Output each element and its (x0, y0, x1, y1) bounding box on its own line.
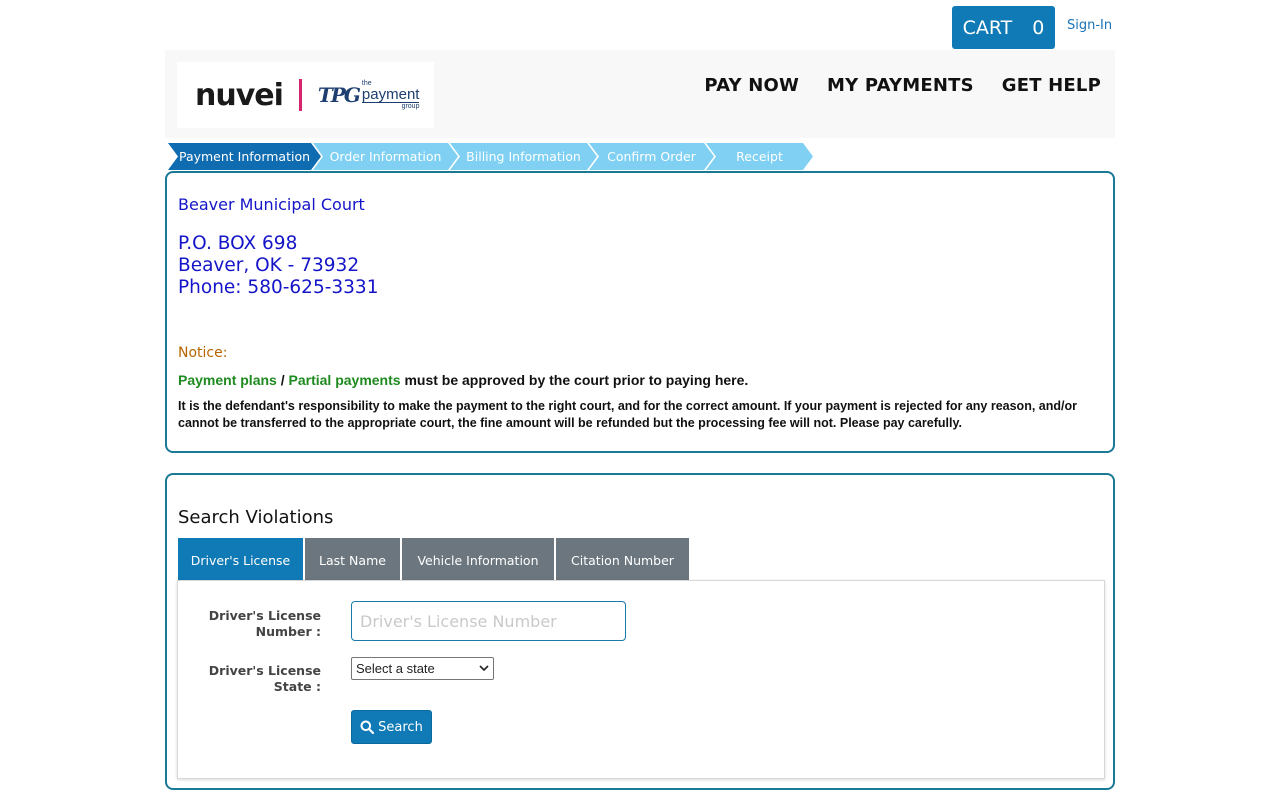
dl-number-label-line1: Driver's License (208, 608, 321, 623)
search-tabs: Driver's License Last Name Vehicle Infor… (178, 538, 689, 582)
search-button[interactable]: Search (351, 710, 432, 744)
notice-approval-text: must be approved by the court prior to p… (400, 372, 749, 388)
tpg-logo: TPG the payment group (318, 80, 420, 110)
nuvei-logo: nuvei (195, 77, 284, 113)
tpg-group: group (401, 103, 420, 110)
notice-label: Notice: (178, 345, 228, 361)
notice-plans-text: Payment plans (178, 372, 277, 388)
court-name: Beaver Municipal Court (178, 195, 365, 214)
notice-partial-text: Partial payments (288, 372, 401, 388)
tpg-wordmark: the payment group (361, 80, 420, 110)
main-nav: PAY NOW MY PAYMENTS GET HELP (704, 75, 1101, 96)
dl-state-label: Driver's License State : (209, 663, 321, 695)
brand-logo[interactable]: nuvei TPG the payment group (177, 62, 434, 128)
logo-divider (298, 79, 302, 111)
court-phone: Phone: 580-625-3331 (178, 277, 379, 298)
nav-my-payments[interactable]: MY PAYMENTS (827, 75, 974, 96)
court-address-line1: P.O. BOX 698 (178, 233, 298, 254)
dl-state-select[interactable]: Select a state (351, 657, 494, 680)
notice-separator: / (276, 372, 289, 388)
court-address: P.O. BOX 698 Beaver, OK - 73932 Phone: 5… (178, 233, 378, 299)
sign-in-link[interactable]: Sign-In (1067, 18, 1112, 33)
tab-drivers-license[interactable]: Driver's License (178, 538, 303, 582)
notice-responsibility: It is the defendant's responsibility to … (178, 399, 1077, 430)
dl-number-label-line2: Number : (255, 624, 321, 639)
step-payment-information: Payment Information (168, 143, 321, 170)
chevron-down-icon (479, 665, 489, 672)
tab-last-name[interactable]: Last Name (305, 538, 400, 582)
cart-count: 0 (1032, 16, 1045, 39)
page: CART 0 Sign-In nuvei TPG the payment gro… (0, 0, 1280, 800)
court-address-line2: Beaver, OK - 73932 (178, 255, 360, 276)
nav-get-help[interactable]: GET HELP (1002, 75, 1101, 96)
step-order-information: Order Information (313, 143, 458, 170)
tab-citation-number[interactable]: Citation Number (556, 538, 689, 582)
cart-button[interactable]: CART 0 (952, 6, 1055, 49)
dl-state-selected: Select a state (356, 661, 435, 676)
tab-vehicle-information[interactable]: Vehicle Information (402, 538, 554, 582)
court-info-panel: Beaver Municipal Court P.O. BOX 698 Beav… (165, 171, 1115, 453)
site-header: nuvei TPG the payment group PAY NOW MY P… (165, 50, 1115, 138)
tpg-payment: payment (361, 86, 420, 103)
search-title: Search Violations (178, 507, 334, 528)
notice-payment-plans: Payment plans / Partial payments must be… (178, 372, 748, 388)
drivers-license-form: Driver's License Number : Driver's Licen… (177, 580, 1105, 779)
dl-state-label-line1: Driver's License (208, 663, 321, 678)
nav-pay-now[interactable]: PAY NOW (704, 75, 799, 96)
search-icon (360, 720, 375, 734)
cart-label: CART (962, 16, 1013, 39)
search-violations-panel: Search Violations Driver's License Last … (165, 473, 1115, 790)
search-button-label: Search (378, 719, 423, 735)
dl-state-label-line2: State : (273, 679, 321, 694)
tpg-monogram-icon: TPG (317, 83, 361, 107)
dl-number-input[interactable] (351, 601, 626, 641)
dl-number-label: Driver's License Number : (209, 608, 321, 640)
step-receipt: Receipt (706, 143, 813, 170)
step-confirm-order: Confirm Order (589, 143, 714, 170)
step-billing-information: Billing Information (450, 143, 597, 170)
